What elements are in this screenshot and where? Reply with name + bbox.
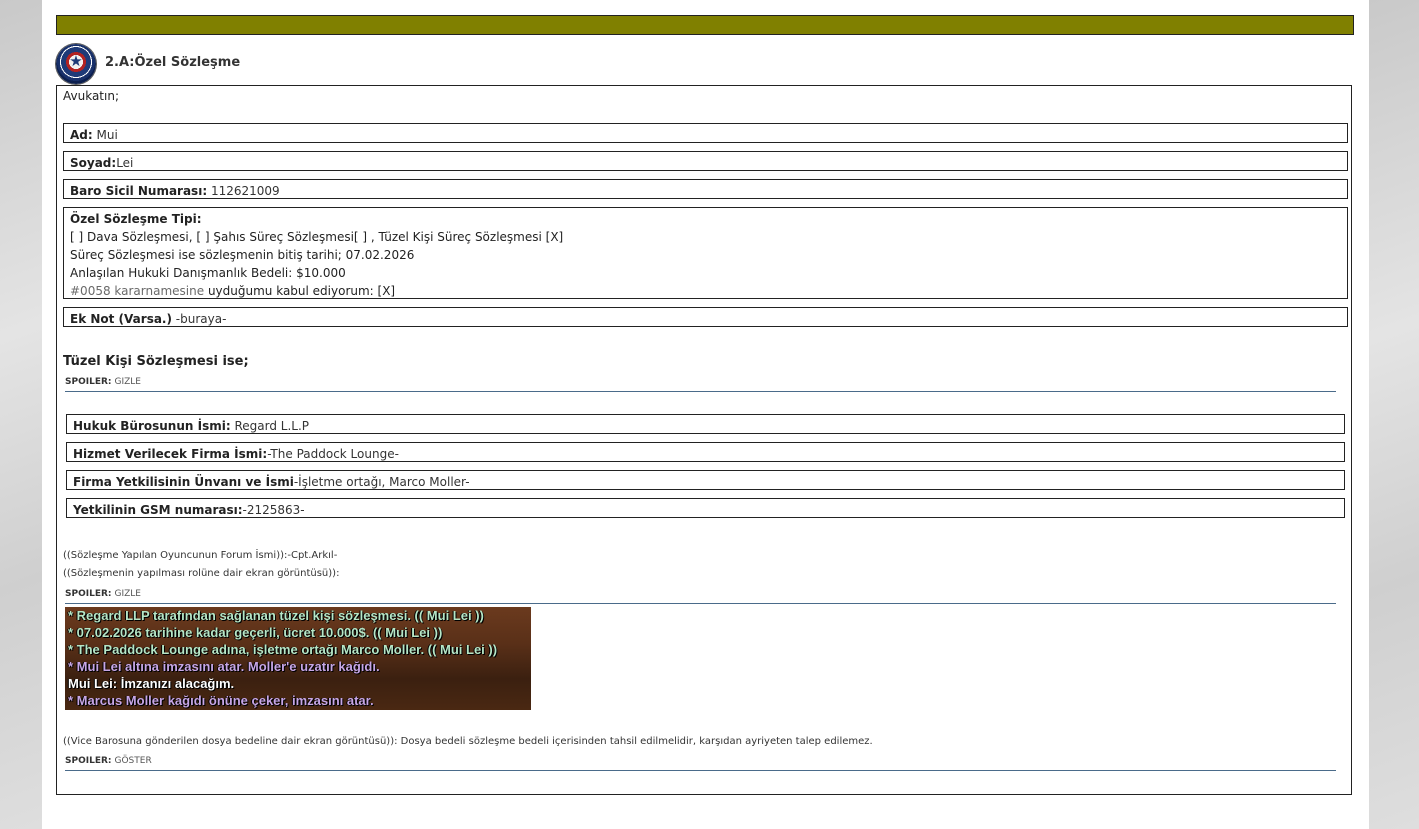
field-buro: Hukuk Bürosunun İsmi: Regard L.L.P [66, 414, 1345, 434]
spoiler-2[interactable]: SPOILER: GIZLE [65, 589, 1336, 604]
field-ek-not: Ek Not (Varsa.) -buraya- [63, 307, 1348, 327]
ek-not-value: -buraya- [171, 312, 227, 326]
field-ad-value: Mui [92, 128, 118, 142]
field-yetkili: Firma Yetkilisinin Ünvanı ve İsmi-İşletm… [66, 470, 1345, 490]
field-contract-type: Özel Sözleşme Tipi: [ ] Dava Sözleşmesi,… [63, 207, 1348, 299]
chat-line: * Regard LLP tarafından sağlanan tüzel k… [68, 608, 484, 623]
spoiler-3-label: SPOILER: [65, 756, 112, 766]
field-baro-value: 112621009 [207, 184, 280, 198]
buro-value: Regard L.L.P [230, 419, 309, 433]
spoiler-2-toggle[interactable]: GIZLE [115, 589, 142, 599]
field-ad-label: Ad: [70, 128, 93, 142]
field-soyad-label: Soyad: [70, 156, 117, 170]
field-ad: Ad: Mui [63, 123, 1348, 143]
intro-text: Avukatın; [63, 89, 119, 103]
chat-line: * The Paddock Lounge adına, işletme orta… [68, 642, 498, 657]
buro-label: Hukuk Bürosunun İsmi: [73, 419, 231, 433]
seal-icon: ★ [56, 44, 96, 84]
spoiler-1[interactable]: SPOILER: GIZLE [65, 377, 1336, 392]
document-page: ★ 2.A:Özel Sözleşme Avukatın; Ad: Mui So… [42, 0, 1369, 829]
yetkili-label: Firma Yetkilisinin Ünvanı ve İsmi [73, 475, 294, 489]
field-soyad: Soyad:Lei [63, 151, 1348, 171]
chat-line: Mui Lei: İmzanızı alacağım. [68, 676, 235, 691]
contract-type-line4: uyduğumu kabul ediyorum: [X] [204, 284, 396, 298]
contract-type-line2: Süreç Sözleşmesi ise sözleşmenin bitiş t… [70, 248, 415, 262]
roleplay-screenshot: * Regard LLP tarafından sağlanan tüzel k… [65, 607, 531, 710]
field-firma: Hizmet Verilecek Firma İsmi:-The Paddock… [66, 442, 1345, 462]
contract-type-line1: [ ] Dava Sözleşmesi, [ ] Şahıs Süreç Söz… [70, 230, 564, 244]
contract-type-line3: Anlaşılan Hukuki Danışmanlık Bedeli: $10… [70, 266, 346, 280]
form-box: Avukatın; Ad: Mui Soyad:Lei Baro Sicil N… [56, 85, 1352, 795]
field-baro-label: Baro Sicil Numarası: [70, 184, 208, 198]
chat-line: * 07.02.2026 tarihine kadar geçerli, ücr… [68, 625, 443, 640]
spoiler-1-toggle[interactable]: GIZLE [115, 377, 142, 387]
chat-line: * Mui Lei altına imzasını atar. Moller'e… [68, 659, 380, 674]
field-gsm: Yetkilinin GSM numarası:-2125863- [66, 498, 1345, 518]
ek-not-label: Ek Not (Varsa.) [70, 312, 172, 326]
spoiler-3-toggle[interactable]: GÖSTER [115, 756, 152, 766]
header-bar [56, 15, 1354, 35]
background-left [0, 0, 42, 829]
background-right [1369, 0, 1419, 829]
spoiler-3[interactable]: SPOILER: GÖSTER [65, 756, 1336, 771]
gsm-value: -2125863- [242, 503, 305, 517]
field-soyad-value: Lei [116, 156, 134, 170]
kararname-link[interactable]: #0058 kararnamesine [70, 284, 204, 298]
forum-name-text: ((Sözleşme Yapılan Oyuncunun Forum İsmi)… [63, 550, 338, 561]
page-title: 2.A:Özel Sözleşme [105, 55, 241, 70]
firma-value: -The Paddock Lounge- [267, 447, 399, 461]
spoiler-2-label: SPOILER: [65, 589, 112, 599]
yetkili-value: -İşletme ortağı, Marco Moller- [293, 475, 470, 489]
contract-type-label: Özel Sözleşme Tipi: [70, 212, 202, 226]
gsm-label: Yetkilinin GSM numarası: [73, 503, 243, 517]
fee-note: ((Vice Barosuna gönderilen dosya bedelin… [63, 736, 873, 747]
tuzel-heading: Tüzel Kişi Sözleşmesi ise; [63, 354, 249, 369]
screenshot-caption: ((Sözleşmenin yapılması rolüne dair ekra… [63, 568, 340, 579]
firma-label: Hizmet Verilecek Firma İsmi: [73, 447, 268, 461]
spoiler-1-label: SPOILER: [65, 377, 112, 387]
field-baro: Baro Sicil Numarası: 112621009 [63, 179, 1348, 199]
chat-line: * Marcus Moller kağıdı önüne çeker, imza… [68, 693, 374, 708]
